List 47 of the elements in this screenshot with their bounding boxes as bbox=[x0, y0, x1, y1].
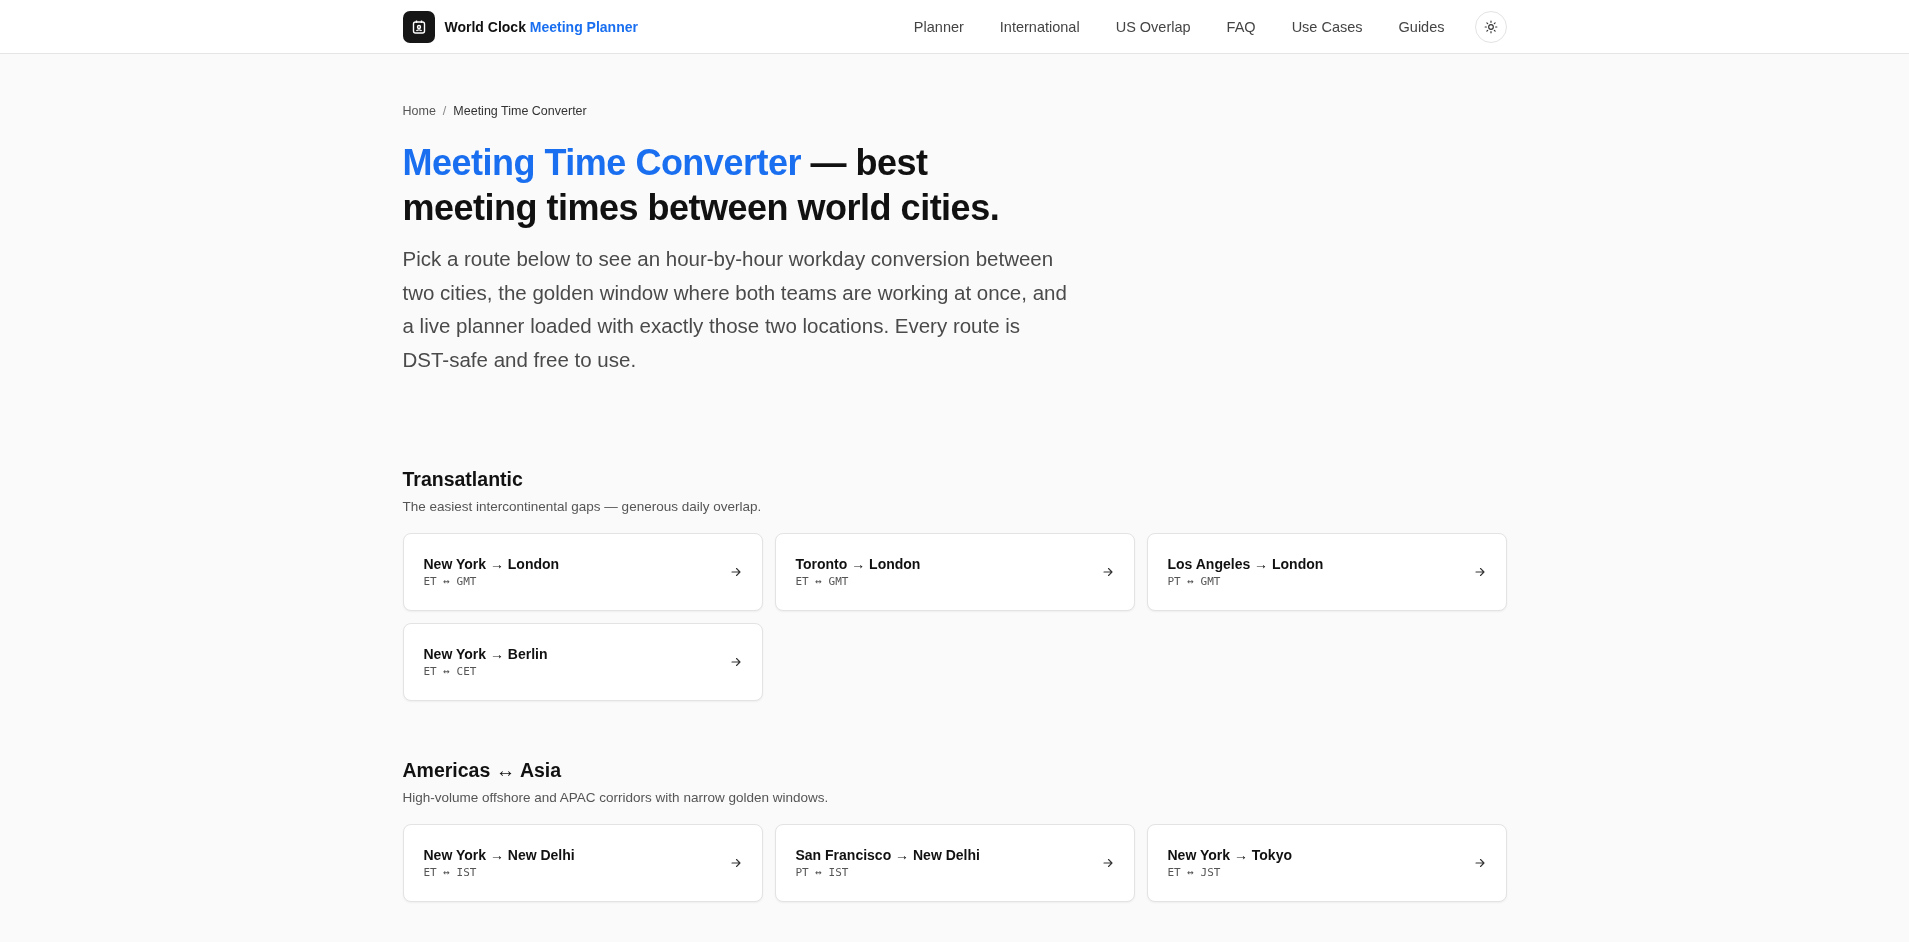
time-zones: ET ↔ IST bbox=[423, 866, 478, 879]
route-card[interactable]: New York → Berlin ET ↔ CET bbox=[402, 623, 763, 701]
site-brand-link[interactable]: World Clock Meeting Planner bbox=[444, 18, 638, 35]
route-name: New York → Berlin bbox=[423, 646, 548, 662]
section-heading: Transatlantic bbox=[402, 468, 524, 491]
nav-link[interactable]: US Overlap bbox=[1115, 18, 1191, 35]
time-zones: ET ↔ JST bbox=[1167, 866, 1222, 879]
time-zones: ET ↔ GMT bbox=[795, 575, 850, 588]
section-description: High-volume offshore and APAC corridors with narrow golden windows. bbox=[402, 790, 830, 805]
route-card[interactable]: New York → London ET ↔ GMT bbox=[402, 533, 763, 611]
route-name: Toronto → London bbox=[795, 556, 921, 572]
nav-link[interactable]: Planner bbox=[913, 18, 964, 35]
route-card[interactable]: New York → New Delhi ET ↔ IST bbox=[402, 824, 763, 902]
route-card[interactable]: San Francisco → New Delhi PT ↔ IST bbox=[774, 824, 1135, 902]
breadcrumb-current: Meeting Time Converter bbox=[453, 104, 587, 118]
theme-toggle-button[interactable] bbox=[1474, 10, 1507, 43]
route-name: New York → Tokyo bbox=[1167, 847, 1292, 863]
arrow-right-icon bbox=[729, 566, 742, 578]
time-zones: PT ↔ GMT bbox=[1167, 575, 1222, 588]
arrow-right-icon bbox=[729, 656, 742, 668]
section-heading: Americas ↔ Asia bbox=[402, 759, 563, 782]
route-name: New York → London bbox=[423, 556, 560, 572]
time-zones: ET ↔ GMT bbox=[423, 575, 478, 588]
intro-paragraph: Pick a route below to see an hour-by-hour workday conversion between two cities, the golden window where both teams are working at once, and a live planner loaded with exactly those two locations. Every route is DST-safe and free to use. bbox=[402, 246, 1068, 373]
arrow-right-icon bbox=[729, 857, 742, 869]
route-name: Los Angeles → London bbox=[1167, 556, 1324, 572]
arrow-right-icon bbox=[1101, 566, 1114, 578]
route-card[interactable]: Toronto → London ET ↔ GMT bbox=[774, 533, 1135, 611]
calendar-logo-icon[interactable] bbox=[402, 10, 435, 43]
route-name: New York → New Delhi bbox=[423, 847, 575, 863]
sun-icon bbox=[1483, 19, 1498, 34]
page-title: Meeting Time Converter — best meeting times between world cities. bbox=[402, 141, 1001, 230]
route-card[interactable]: New York → Tokyo ET ↔ JST bbox=[1146, 824, 1507, 902]
time-zones: PT ↔ IST bbox=[795, 866, 850, 879]
arrow-right-icon bbox=[1101, 857, 1114, 869]
route-name: San Francisco → New Delhi bbox=[795, 847, 980, 863]
nav-link[interactable]: International bbox=[999, 18, 1080, 35]
nav-link[interactable]: FAQ bbox=[1226, 18, 1256, 35]
route-card[interactable]: Los Angeles → London PT ↔ GMT bbox=[1146, 533, 1507, 611]
nav-link[interactable]: Guides bbox=[1398, 18, 1445, 35]
arrow-right-icon bbox=[1473, 566, 1486, 578]
breadcrumb-separator: / bbox=[442, 104, 447, 118]
breadcrumb-link[interactable]: Home bbox=[402, 104, 436, 118]
nav-link[interactable]: Use Cases bbox=[1291, 18, 1363, 35]
time-zones: ET ↔ CET bbox=[423, 665, 478, 678]
section-description: The easiest intercontinental gaps — generous daily overlap. bbox=[402, 499, 763, 514]
arrow-right-icon bbox=[1473, 857, 1486, 869]
